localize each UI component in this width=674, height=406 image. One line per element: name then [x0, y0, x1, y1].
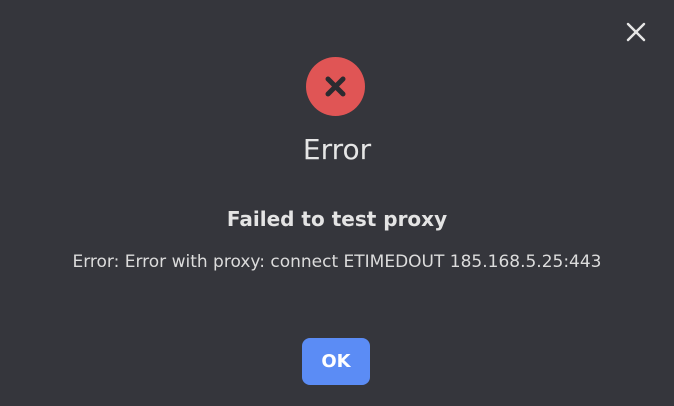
error-dialog: Error Failed to test proxy Error: Error … [0, 0, 674, 406]
close-button[interactable] [624, 20, 648, 44]
error-x-icon [306, 57, 365, 116]
error-message: Error: Error with proxy: connect ETIMEDO… [72, 252, 602, 272]
ok-button[interactable]: OK [302, 338, 370, 385]
close-icon [626, 22, 646, 42]
dialog-title: Error [302, 133, 372, 166]
error-heading: Failed to test proxy [226, 207, 448, 231]
